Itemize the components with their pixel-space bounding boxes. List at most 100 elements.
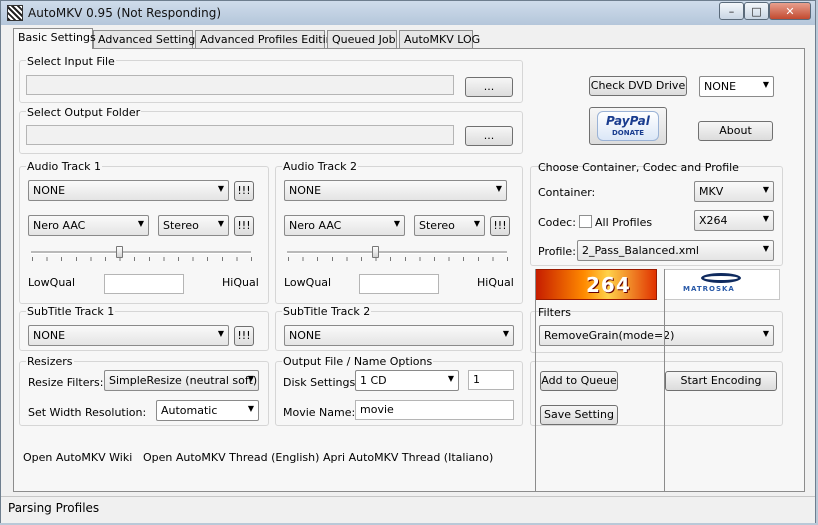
chevron-down-icon: ▼: [393, 219, 400, 228]
audio-1-codec-select[interactable]: Nero AAC ▼: [28, 215, 149, 236]
disk-count-field[interactable]: 1: [468, 370, 514, 390]
width-resolution-label: Set Width Resolution:: [28, 406, 147, 419]
profile-value: 2_Pass_Balanced.xml: [582, 244, 699, 257]
thread-english-link[interactable]: Open AutoMKV Thread (English): [143, 451, 319, 464]
subtitle-track-1-info-button[interactable]: !!!: [234, 326, 254, 346]
disk-settings-value: 1 CD: [360, 374, 387, 387]
audio-track-2-title: Audio Track 2: [282, 160, 359, 173]
audio-2-channels-value: Stereo: [419, 219, 455, 232]
dvd-drive-select[interactable]: NONE ▼: [699, 76, 774, 97]
wiki-link[interactable]: Open AutoMKV Wiki: [23, 451, 132, 464]
audio-2-quality-slider[interactable]: [372, 246, 379, 258]
audio-1-quality-slider-track[interactable]: [31, 251, 251, 254]
audio-2-codec-select[interactable]: Nero AAC ▼: [284, 215, 405, 236]
audio-track-1-info-button[interactable]: !!!: [234, 181, 254, 201]
audio-2-codec-info-button[interactable]: !!!: [490, 216, 510, 236]
chevron-down-icon: ▼: [137, 219, 144, 228]
start-encoding-button[interactable]: Start Encoding: [665, 371, 777, 391]
chevron-down-icon: ▼: [217, 184, 224, 193]
close-icon: ✕: [785, 5, 795, 18]
audio-2-low-label: LowQual: [284, 276, 332, 289]
movie-name-field[interactable]: movie: [355, 400, 514, 420]
audio-1-codec-info-button[interactable]: !!!: [234, 216, 254, 236]
chevron-down-icon: ▼: [762, 329, 769, 338]
audio-track-1-select[interactable]: NONE ▼: [28, 180, 229, 201]
filters-select[interactable]: RemoveGrain(mode=2) ▼: [539, 325, 774, 346]
audio-2-quality-slider-track[interactable]: [287, 251, 507, 254]
chevron-down-icon: ▼: [762, 244, 769, 253]
codec-select[interactable]: X264 ▼: [694, 210, 774, 231]
save-setting-button[interactable]: Save Setting: [540, 405, 618, 425]
resize-filters-label: Resize Filters:: [28, 376, 104, 389]
subtitle-track-2-select[interactable]: NONE ▼: [284, 325, 514, 346]
thread-italian-link[interactable]: Apri AutoMKV Thread (Italiano): [323, 451, 493, 464]
maximize-icon: □: [751, 5, 762, 18]
audio-1-quality-field[interactable]: [104, 274, 184, 294]
audio-1-quality-slider[interactable]: [116, 246, 123, 258]
audio-1-channels-value: Stereo: [163, 219, 199, 232]
title-bar[interactable]: AutoMKV 0.95 (Not Responding) – □ ✕: [1, 1, 815, 25]
disk-settings-label: Disk Settings:: [283, 376, 359, 389]
audio-1-quality-ticks: [32, 257, 252, 261]
chevron-down-icon: ▼: [217, 219, 224, 228]
chevron-down-icon: ▼: [447, 374, 454, 383]
audio-2-quality-field[interactable]: [359, 274, 439, 294]
maximize-button[interactable]: □: [744, 2, 769, 20]
chevron-down-icon: ▼: [247, 374, 254, 383]
subtitle-track-1-title: SubTitle Track 1: [26, 305, 116, 318]
paypal-logo: PayPal DONATE: [597, 111, 659, 141]
output-folder-field[interactable]: [26, 125, 454, 145]
tab-automkv-log[interactable]: AutoMKV LOG: [399, 30, 480, 49]
status-bar: Parsing Profiles: [1, 496, 815, 523]
chevron-down-icon: ▼: [247, 404, 254, 413]
subtitle-track-1-select[interactable]: NONE ▼: [28, 325, 229, 346]
audio-1-codec-value: Nero AAC: [33, 219, 86, 232]
tab-queued-job[interactable]: Queued Job: [327, 30, 397, 49]
minimize-icon: –: [728, 5, 735, 18]
chevron-down-icon: ▼: [762, 185, 769, 194]
audio-1-low-label: LowQual: [28, 276, 76, 289]
matroska-logo-text: MATROSKA: [683, 285, 735, 293]
minimize-button[interactable]: –: [719, 2, 744, 20]
chevron-down-icon: ▼: [762, 80, 769, 89]
disk-settings-select[interactable]: 1 CD ▼: [355, 370, 459, 391]
filters-value: RemoveGrain(mode=2): [544, 329, 675, 342]
width-resolution-select[interactable]: Automatic ▼: [156, 400, 259, 421]
container-group-title: Choose Container, Codec and Profile: [538, 161, 739, 174]
all-profiles-checkbox[interactable]: [579, 215, 592, 228]
audio-1-channels-select[interactable]: Stereo ▼: [158, 215, 229, 236]
check-dvd-drive-button[interactable]: Check DVD Drive: [589, 76, 687, 96]
status-text: Parsing Profiles: [8, 501, 100, 515]
close-button[interactable]: ✕: [769, 2, 811, 20]
audio-2-channels-select[interactable]: Stereo ▼: [414, 215, 485, 236]
input-file-field[interactable]: [26, 75, 454, 95]
tab-advanced-settings[interactable]: Advanced Settings: [93, 30, 201, 49]
profile-label: Profile:: [538, 245, 576, 258]
container-select[interactable]: MKV ▼: [694, 181, 774, 202]
tab-advanced-profiles-editing[interactable]: Advanced Profiles Editing: [195, 30, 340, 49]
tab-basic-settings[interactable]: Basic Settings: [13, 28, 96, 49]
resize-filters-value: SimpleResize (neutral soft): [109, 374, 258, 387]
profile-select[interactable]: 2_Pass_Balanced.xml ▼: [577, 240, 774, 261]
width-resolution-value: Automatic: [161, 404, 218, 417]
audio-track-1-value: NONE: [33, 184, 66, 197]
subtitle-track-2-title: SubTitle Track 2: [282, 305, 372, 318]
about-button[interactable]: About: [698, 121, 773, 141]
input-file-browse-button[interactable]: ...: [465, 77, 513, 97]
output-folder-label: Select Output Folder: [26, 106, 142, 119]
paypal-donate-button[interactable]: PayPal DONATE: [589, 107, 667, 145]
output-folder-browse-button[interactable]: ...: [465, 126, 513, 146]
paypal-donate-text: DONATE: [612, 129, 645, 137]
chevron-down-icon: ▼: [502, 329, 509, 338]
matroska-eye-icon: [701, 273, 741, 283]
chevron-down-icon: ▼: [762, 214, 769, 223]
audio-track-2-value: NONE: [289, 184, 322, 197]
audio-2-quality-ticks: [288, 257, 508, 261]
dvd-drive-value: NONE: [704, 80, 737, 93]
movie-name-label: Movie Name:: [283, 406, 356, 419]
add-to-queue-button[interactable]: Add to Queue: [540, 371, 618, 391]
app-icon[interactable]: [7, 5, 23, 21]
resize-filters-select[interactable]: SimpleResize (neutral soft) ▼: [104, 370, 259, 391]
audio-2-codec-value: Nero AAC: [289, 219, 342, 232]
audio-track-2-select[interactable]: NONE ▼: [284, 180, 507, 201]
